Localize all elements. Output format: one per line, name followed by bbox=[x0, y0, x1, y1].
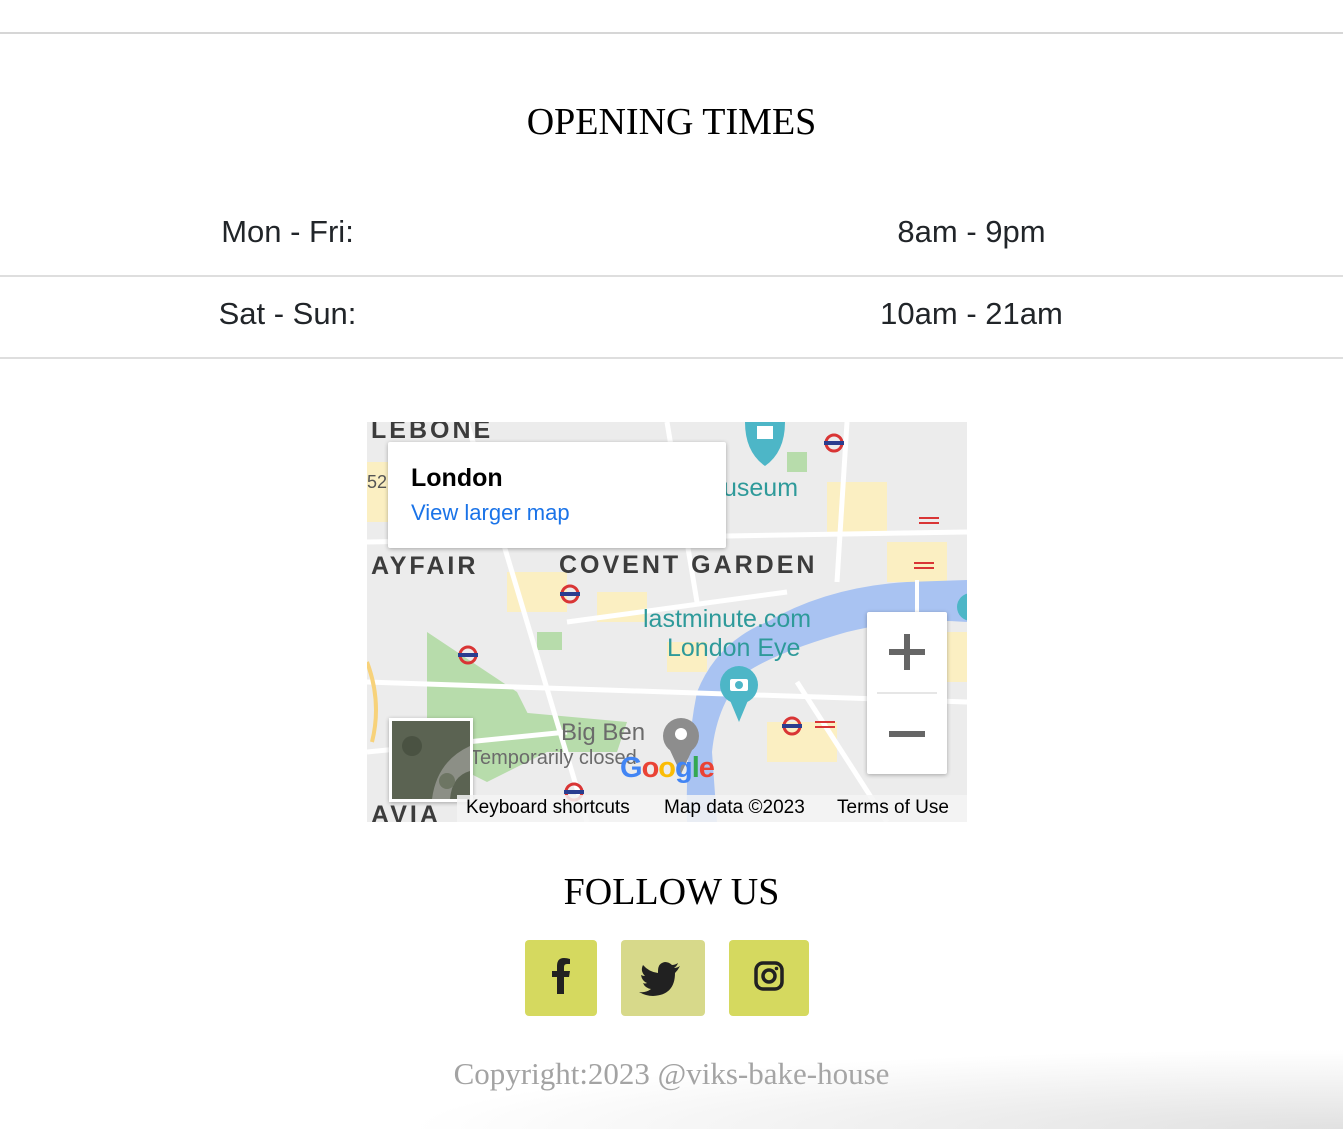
big-ben-label: Big Ben bbox=[561, 719, 646, 746]
london-eye-label-line2: London Eye bbox=[667, 634, 801, 662]
terms-of-use-link[interactable]: Terms of Use bbox=[837, 797, 949, 819]
opening-times-heading: OPENING TIMES bbox=[526, 101, 817, 143]
opening-hours-table: Mon - Fri: 8am - 9pm Sat - Sun: 10am - 2… bbox=[0, 195, 1343, 359]
follow-us-heading: FOLLOW US bbox=[563, 871, 780, 913]
plus-icon bbox=[889, 634, 925, 670]
london-eye-label-line1: lastminute.com bbox=[643, 605, 812, 633]
mayfair-label: AYFAIR bbox=[371, 552, 479, 580]
weekday-hours: 8am - 9pm bbox=[897, 214, 1046, 249]
instagram-icon bbox=[754, 961, 784, 991]
twitter-button[interactable] bbox=[621, 940, 705, 1016]
twitter-icon bbox=[639, 962, 680, 996]
weekend-hours: 10am - 21am bbox=[880, 296, 1063, 331]
weekend-label: Sat - Sun: bbox=[218, 296, 357, 331]
facebook-button[interactable] bbox=[525, 940, 597, 1016]
map-attribution-bar: Keyboard shortcuts Map data ©2023 Terms … bbox=[457, 795, 967, 822]
zoom-out-button[interactable] bbox=[867, 694, 947, 774]
belgravia-label: AVIA bbox=[371, 801, 441, 822]
zoom-in-button[interactable] bbox=[867, 612, 947, 692]
satellite-thumbnail-icon bbox=[392, 721, 470, 799]
hours-row-weekdays: Mon - Fri: 8am - 9pm bbox=[0, 195, 1343, 277]
facebook-icon bbox=[552, 958, 570, 994]
copyright-text: Copyright:2023 @viks-bake-house bbox=[453, 1056, 890, 1091]
road-number-label: 52 bbox=[367, 472, 388, 492]
museum-label: useum bbox=[723, 474, 799, 502]
instagram-button[interactable] bbox=[729, 940, 809, 1016]
minus-icon bbox=[889, 731, 925, 737]
embedded-map[interactable]: LEBONE 52 useum AYFAIR COVENT GARDEN las… bbox=[367, 422, 967, 822]
satellite-toggle[interactable] bbox=[389, 718, 473, 802]
view-larger-map-link[interactable]: View larger map bbox=[411, 500, 570, 526]
zoom-controls bbox=[867, 612, 947, 774]
map-place-name: London bbox=[411, 464, 503, 492]
google-logo: Google bbox=[620, 752, 715, 784]
covent-garden-label: COVENT GARDEN bbox=[559, 551, 818, 579]
weekday-label: Mon - Fri: bbox=[221, 214, 354, 249]
keyboard-shortcuts-link[interactable]: Keyboard shortcuts bbox=[466, 797, 630, 819]
hours-row-weekend: Sat - Sun: 10am - 21am bbox=[0, 277, 1343, 359]
top-divider bbox=[0, 32, 1343, 34]
big-ben-status: Temporarily closed bbox=[470, 747, 637, 769]
map-info-card: London View larger map bbox=[388, 442, 726, 548]
map-data-text: Map data ©2023 bbox=[664, 797, 805, 818]
